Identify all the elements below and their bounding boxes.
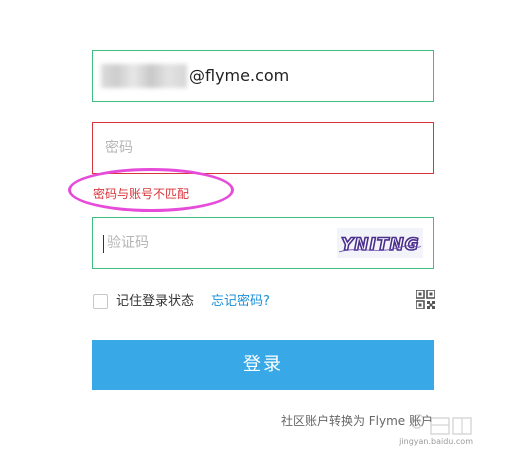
error-highlight-circle: [68, 168, 234, 212]
watermark-subtext: jingyan.baidu.com: [399, 437, 473, 446]
blurred-username-mask: [101, 64, 187, 88]
qr-code-icon[interactable]: [415, 289, 436, 310]
login-button[interactable]: 登录: [92, 340, 434, 390]
email-domain-text: @flyme.com: [189, 66, 290, 85]
captcha-field[interactable]: 验证码 YNITNG: [92, 217, 434, 269]
forgot-password-link[interactable]: 忘记密码?: [211, 293, 270, 310]
password-field[interactable]: 密码: [92, 122, 434, 174]
email-field[interactable]: @flyme.com: [92, 50, 434, 102]
baidu-jingyan-watermark: [407, 412, 477, 438]
password-placeholder: 密码: [105, 140, 133, 156]
captcha-graphic: YNITNG: [338, 234, 422, 256]
captcha-placeholder: 验证码: [107, 235, 149, 251]
remember-label[interactable]: 记住登录状态: [116, 293, 194, 310]
text-caret: [103, 235, 104, 253]
remember-checkbox[interactable]: [93, 294, 108, 309]
captcha-image[interactable]: YNITNG: [337, 228, 423, 258]
captcha-image-text: YNITNG: [341, 235, 420, 255]
